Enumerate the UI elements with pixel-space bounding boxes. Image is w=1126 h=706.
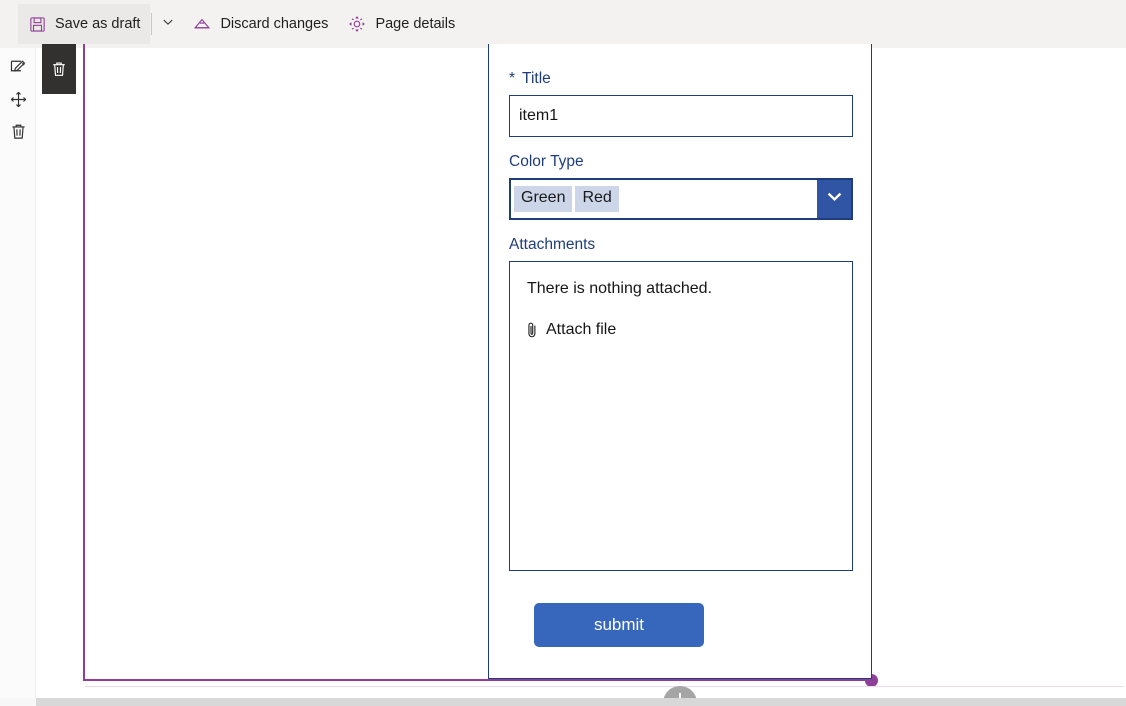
- color-type-dropdown-toggle[interactable]: [817, 180, 851, 218]
- attachments-label-text: Attachments: [509, 236, 596, 253]
- title-field-label: * Title: [509, 70, 851, 88]
- page-scrollbar[interactable]: [0, 48, 5, 706]
- discard-changes-label: Discard changes: [220, 16, 329, 32]
- discard-changes-button[interactable]: Discard changes: [183, 4, 338, 44]
- command-bar: Save as draft Discard changes Page detai…: [0, 0, 1126, 48]
- attachments-field-block: Attachments There is nothing attached. A…: [509, 236, 853, 571]
- chevron-down-icon: [825, 187, 844, 211]
- form-body: * Title Color Type Green Red: [489, 57, 871, 647]
- trash-icon: [50, 60, 68, 78]
- attach-file-button[interactable]: Attach file: [524, 320, 838, 339]
- page-bottom-strip-left: [0, 698, 36, 706]
- color-type-field-block: Color Type Green Red: [509, 153, 853, 220]
- title-input[interactable]: [509, 95, 853, 137]
- discard-changes-icon: [193, 15, 211, 33]
- color-type-dropdown[interactable]: Green Red: [509, 178, 853, 220]
- attachments-dropzone[interactable]: There is nothing attached. Attach file: [509, 261, 853, 571]
- color-type-label-text: Color Type: [509, 153, 584, 170]
- trash-icon: [9, 122, 28, 146]
- submit-row: submit: [509, 603, 851, 647]
- required-indicator: *: [509, 70, 516, 87]
- sidebar-item-move-webpart[interactable]: [0, 86, 36, 118]
- edit-pencil-icon: [9, 58, 28, 82]
- page-details-label: Page details: [375, 16, 456, 32]
- color-type-field-label: Color Type: [509, 153, 851, 171]
- submit-button[interactable]: submit: [534, 603, 704, 647]
- section-divider: [85, 686, 1124, 687]
- page-details-button[interactable]: Page details: [338, 4, 465, 44]
- save-options-chevron-button[interactable]: [153, 4, 183, 44]
- attachments-empty-text: There is nothing attached.: [527, 280, 713, 297]
- save-as-draft-label: Save as draft: [55, 16, 141, 32]
- selected-chip-red[interactable]: Red: [575, 186, 619, 212]
- selected-chip-green[interactable]: Green: [514, 186, 573, 212]
- webpart-action-rail: [0, 48, 36, 706]
- list-form-webpart: * Title Color Type Green Red: [488, 44, 872, 679]
- title-label-text: Title: [522, 70, 551, 87]
- paperclip-icon: [524, 320, 539, 339]
- gear-icon: [348, 15, 366, 33]
- save-as-draft-button[interactable]: Save as draft: [18, 4, 151, 44]
- chevron-down-icon: [161, 15, 175, 34]
- attach-file-label: Attach file: [546, 320, 617, 338]
- sidebar-item-edit-webpart[interactable]: [0, 54, 36, 86]
- move-icon: [9, 90, 28, 114]
- sidebar-item-delete-webpart[interactable]: [0, 118, 36, 150]
- webpart-delete-toolbar[interactable]: [42, 44, 76, 94]
- page-bottom-strip: [0, 698, 1126, 706]
- toolbar-divider: [151, 13, 153, 35]
- save-icon: [28, 15, 46, 33]
- title-field-block: * Title: [509, 70, 853, 137]
- attachments-field-label: Attachments: [509, 236, 851, 254]
